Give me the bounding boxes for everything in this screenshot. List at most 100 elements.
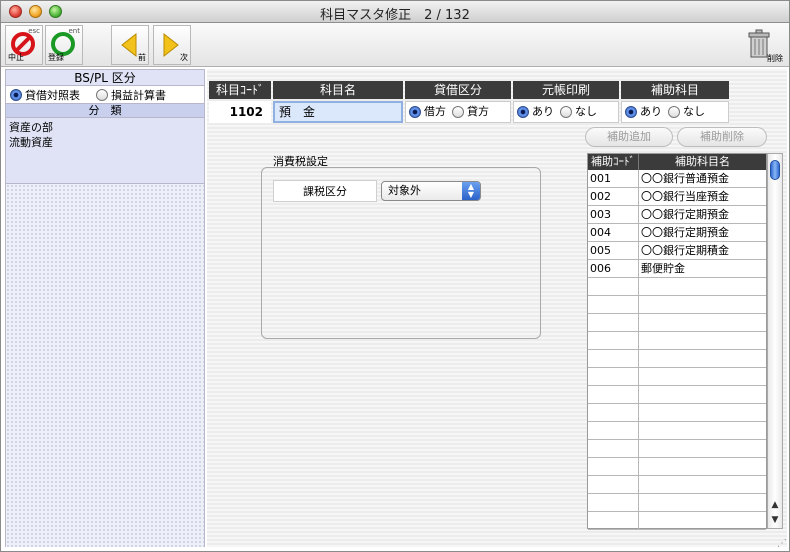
sub-name-cell (639, 278, 766, 295)
sub-code-cell (588, 458, 639, 475)
sub-code-cell (588, 476, 639, 493)
sub-name-cell (639, 494, 766, 511)
sub-code-cell (588, 314, 639, 331)
table-row[interactable] (588, 458, 766, 476)
karikata-label[interactable]: 借方 (424, 101, 446, 123)
table-row[interactable]: 004 〇〇銀行定期預金 (588, 224, 766, 242)
sub-name-cell: 〇〇銀行定期預金 (641, 208, 729, 221)
sub-name-cell (639, 350, 766, 367)
table-row[interactable] (588, 368, 766, 386)
sub-name-cell (639, 476, 766, 493)
title-bar: 科目マスタ修正 2 / 132 (1, 1, 789, 23)
register-label: 登録 (48, 53, 64, 62)
bs-radio-label[interactable]: 貸借対照表 (25, 87, 80, 103)
delete-sub-button[interactable]: 補助削除 (677, 127, 767, 147)
sub-table-scrollbar[interactable]: ▲ ▼ (767, 153, 783, 529)
sub-name-cell (639, 332, 766, 349)
table-row[interactable]: 003 〇〇銀行定期預金 (588, 206, 766, 224)
ledger-no-label[interactable]: なし (575, 101, 597, 123)
sub-table-body: 001 〇〇銀行普通預金 002 〇〇銀行当座預金 003 〇〇銀行定期預金 004 〇〇銀行… (588, 170, 766, 530)
table-row[interactable] (588, 476, 766, 494)
bs-radio[interactable] (10, 88, 22, 101)
table-row[interactable]: 002 〇〇銀行当座預金 (588, 188, 766, 206)
prev-label: 前 (138, 53, 146, 62)
sub-code-cell (588, 332, 639, 349)
table-row[interactable] (588, 296, 766, 314)
sub-name-header: 補助科目名 (675, 155, 730, 168)
sub-yes-label[interactable]: あり (640, 101, 662, 123)
prev-button[interactable]: 前 (111, 25, 149, 65)
sub-name-cell (639, 404, 766, 421)
bunrui-item[interactable]: 資産の部 (9, 120, 201, 135)
table-row[interactable] (588, 386, 766, 404)
delete-label: 削除 (767, 54, 783, 63)
sub-table-header: 補助ｺｰﾄﾞ 補助科目名 (588, 154, 766, 170)
register-button[interactable]: ent 登録 (45, 25, 83, 65)
sub-name-cell (639, 368, 766, 385)
table-row[interactable] (588, 332, 766, 350)
sub-name-cell: 〇〇銀行定期預金 (641, 226, 729, 239)
sub-code-cell (588, 512, 639, 529)
sub-code-cell: 003 (588, 206, 639, 223)
sub-name-cell (639, 386, 766, 403)
sub-code-cell (588, 494, 639, 511)
table-row[interactable] (588, 512, 766, 530)
table-row[interactable] (588, 404, 766, 422)
sub-code-cell (588, 278, 639, 295)
kashikata-label[interactable]: 貸方 (467, 101, 489, 123)
bunrui-item[interactable]: 流動資産 (9, 135, 201, 150)
ledger-no-radio[interactable] (560, 106, 572, 118)
sub-no-label[interactable]: なし (683, 101, 705, 123)
delete-button[interactable]: 削除 (741, 25, 785, 65)
sub-code-cell (588, 440, 639, 457)
kazei-select-value: 対象外 (388, 184, 421, 197)
resize-grip-icon[interactable]: ⋰ (777, 538, 787, 549)
app-window: 科目マスタ修正 2 / 132 esc 中止 ent 登録 前 次 削除 BS/… (0, 0, 790, 552)
sub-code-cell: 005 (588, 242, 639, 259)
bspl-header: BS/PL 区分 (6, 70, 204, 86)
sub-name-cell (639, 314, 766, 331)
karikata-radio[interactable] (409, 106, 421, 118)
cancel-label: 中止 (8, 53, 24, 62)
sub-name-cell (639, 422, 766, 439)
scroll-down-icon[interactable]: ▼ (768, 513, 782, 527)
sub-code-cell (588, 296, 639, 313)
sub-radio-group: あり なし (621, 101, 729, 123)
sub-code-cell (588, 386, 639, 403)
table-row[interactable] (588, 494, 766, 512)
sub-name-cell (639, 512, 766, 529)
bunrui-list: 資産の部 流動資産 (6, 118, 204, 184)
sub-code-cell: 002 (588, 188, 639, 205)
sub-code-cell (588, 350, 639, 367)
table-row[interactable]: 005 〇〇銀行定期積金 (588, 242, 766, 260)
kazei-select[interactable]: 対象外 ▲ ▼ (381, 181, 481, 201)
sub-name-cell: 〇〇銀行当座預金 (641, 190, 729, 203)
table-row[interactable]: 001 〇〇銀行普通預金 (588, 170, 766, 188)
name-input[interactable]: 預 金 (273, 101, 403, 123)
sub-code-cell: 001 (588, 170, 639, 187)
scroll-thumb[interactable] (770, 160, 780, 180)
table-row[interactable] (588, 278, 766, 296)
table-row[interactable] (588, 440, 766, 458)
ledger-yes-label[interactable]: あり (532, 101, 554, 123)
add-sub-button[interactable]: 補助追加 (585, 127, 673, 147)
sub-yes-radio[interactable] (625, 106, 637, 118)
ledger-yes-radio[interactable] (517, 106, 529, 118)
table-row[interactable] (588, 422, 766, 440)
left-pane-empty-area (6, 184, 204, 547)
sub-code-cell (588, 368, 639, 385)
next-button[interactable]: 次 (153, 25, 191, 65)
pl-radio[interactable] (96, 88, 108, 101)
pl-radio-label[interactable]: 損益計算書 (111, 87, 166, 103)
kashikata-radio[interactable] (452, 106, 464, 118)
table-row[interactable] (588, 350, 766, 368)
scroll-up-icon[interactable]: ▲ (768, 498, 782, 512)
code-header: 科目ｺｰﾄﾞ (209, 81, 271, 99)
sub-code-cell: 006 (588, 260, 639, 277)
table-row[interactable]: 006 郵便貯金 (588, 260, 766, 278)
code-value: 1102 (209, 101, 271, 123)
sub-no-radio[interactable] (668, 106, 680, 118)
cancel-button[interactable]: esc 中止 (5, 25, 43, 65)
table-row[interactable] (588, 314, 766, 332)
classification-pane: BS/PL 区分 貸借対照表 損益計算書 分 類 資産の部 流動資産 (5, 69, 205, 547)
